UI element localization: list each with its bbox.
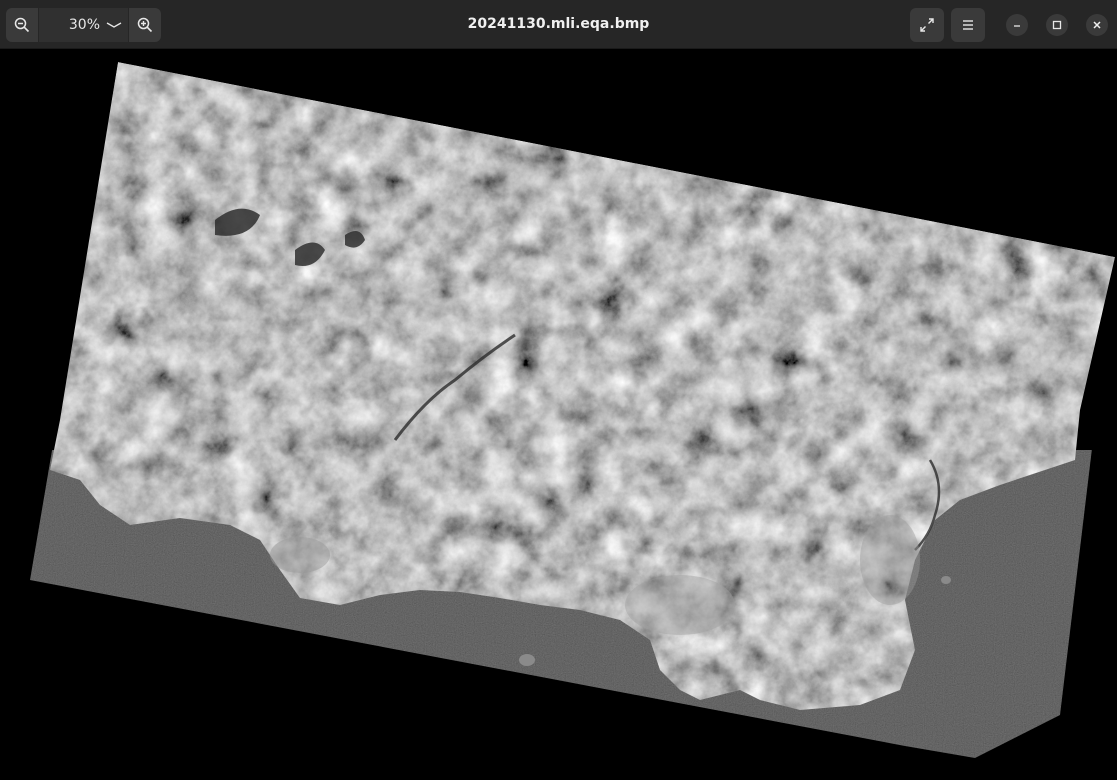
zoom-out-button[interactable] [6, 8, 39, 42]
zoom-level-value: 30% [68, 17, 100, 33]
minimize-icon [1014, 25, 1020, 27]
hamburger-menu-icon [963, 20, 973, 30]
close-button[interactable] [1086, 14, 1108, 36]
minimize-button[interactable] [1006, 14, 1028, 36]
urban-area [860, 515, 920, 605]
header-bar: 30% 20241130.mli.eqa.bmp [0, 0, 1117, 49]
sar-image [30, 62, 1115, 758]
urban-area [625, 575, 735, 635]
maximize-button[interactable] [1046, 14, 1068, 36]
chevron-down-icon [106, 22, 122, 28]
island [519, 654, 535, 666]
zoom-in-button[interactable] [128, 8, 161, 42]
island [941, 576, 951, 584]
zoom-out-icon [14, 17, 30, 33]
image-viewer-window: 30% 20241130.mli.eqa.bmp [0, 0, 1117, 780]
window-title: 20241130.mli.eqa.bmp [467, 16, 650, 32]
urban-area [270, 537, 330, 573]
zoom-controls: 30% [6, 8, 161, 42]
fullscreen-icon [920, 18, 934, 32]
fullscreen-button[interactable] [910, 8, 944, 42]
close-icon [1093, 21, 1101, 29]
zoom-level-dropdown[interactable]: 30% [39, 8, 128, 42]
zoom-in-icon [137, 17, 153, 33]
main-menu-button[interactable] [951, 8, 985, 42]
image-canvas[interactable] [0, 49, 1117, 780]
maximize-icon [1052, 20, 1062, 30]
